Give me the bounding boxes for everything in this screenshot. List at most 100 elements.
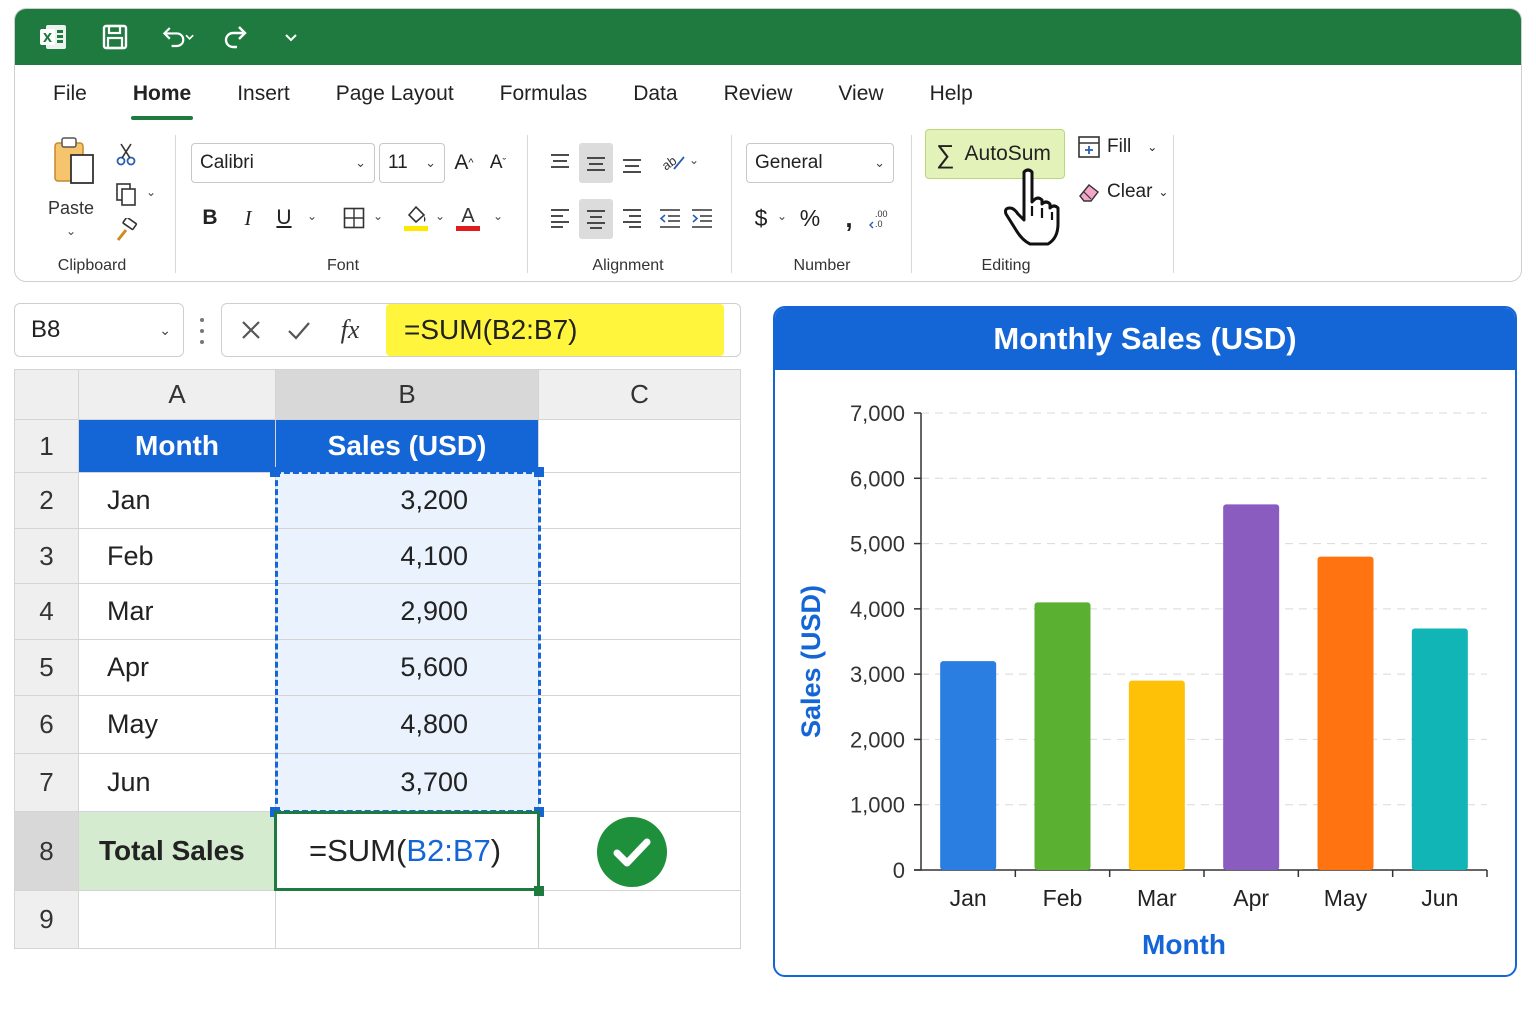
copy-icon[interactable] bbox=[113, 181, 139, 207]
cell-c4[interactable] bbox=[539, 584, 741, 640]
percent-button[interactable]: % bbox=[797, 201, 823, 235]
paste-label[interactable]: Paste bbox=[48, 198, 94, 219]
decimal-icon[interactable]: .00.0 bbox=[867, 203, 895, 233]
row-header-4[interactable]: 4 bbox=[14, 584, 79, 640]
paste-dropdown-icon[interactable]: ⌄ bbox=[66, 224, 76, 238]
align-top-icon[interactable] bbox=[545, 145, 575, 179]
column-header-c[interactable]: C bbox=[539, 369, 741, 420]
underline-dropdown-icon[interactable]: ⌄ bbox=[307, 209, 317, 223]
currency-button[interactable]: $ bbox=[749, 201, 773, 235]
cell-a7[interactable]: Jun bbox=[79, 754, 276, 812]
cell-b8[interactable]: =SUM(B2:B7) bbox=[274, 811, 540, 891]
underline-button[interactable]: U bbox=[271, 201, 297, 235]
cell-a4[interactable]: Mar bbox=[79, 584, 276, 640]
cell-c3[interactable] bbox=[539, 529, 741, 584]
align-left-icon[interactable] bbox=[545, 201, 575, 235]
font-color-dropdown-icon[interactable]: ⌄ bbox=[493, 209, 503, 223]
cell-c5[interactable] bbox=[539, 640, 741, 696]
cell-b1[interactable]: Sales (USD) bbox=[276, 420, 539, 473]
row-header-8[interactable]: 8 bbox=[14, 812, 79, 891]
column-header-b[interactable]: B bbox=[276, 369, 539, 420]
select-all-corner[interactable] bbox=[14, 369, 79, 420]
tab-insert[interactable]: Insert bbox=[237, 76, 290, 112]
row-header-7[interactable]: 7 bbox=[14, 754, 79, 812]
undo-icon[interactable] bbox=[159, 19, 195, 55]
borders-icon[interactable] bbox=[339, 201, 369, 235]
row-header-5[interactable]: 5 bbox=[14, 640, 79, 696]
align-middle-icon[interactable] bbox=[579, 143, 613, 183]
customize-quick-access-icon[interactable] bbox=[273, 19, 309, 55]
tab-file[interactable]: File bbox=[53, 76, 87, 112]
cell-a8[interactable]: Total Sales bbox=[79, 812, 276, 891]
cell-b3[interactable]: 4,100 bbox=[276, 529, 539, 584]
cell-a9[interactable] bbox=[79, 891, 276, 949]
cell-c2[interactable] bbox=[539, 473, 741, 529]
cell-a2[interactable]: Jan bbox=[79, 473, 276, 529]
chart-card[interactable]: Monthly Sales (USD) 0 1,000 2,000 3,000 4,00… bbox=[773, 306, 1517, 977]
row-header-1[interactable]: 1 bbox=[14, 420, 79, 473]
tab-data[interactable]: Data bbox=[633, 76, 677, 112]
increase-font-size-icon[interactable]: A ^ bbox=[451, 145, 477, 181]
fill-handle[interactable] bbox=[534, 886, 544, 896]
cell-c9[interactable] bbox=[539, 891, 741, 949]
number-format-select[interactable]: General ⌄ bbox=[746, 143, 894, 183]
currency-dropdown-icon[interactable]: ⌄ bbox=[777, 209, 787, 223]
column-header-a[interactable]: A bbox=[79, 369, 276, 420]
fill-button[interactable]: Fill ⌄ bbox=[1077, 135, 1157, 159]
tab-view[interactable]: View bbox=[838, 76, 883, 112]
cell-b5[interactable]: 5,600 bbox=[276, 640, 539, 696]
cell-b7[interactable]: 3,700 bbox=[276, 754, 539, 812]
bold-button[interactable]: B bbox=[197, 201, 223, 235]
fill-color-dropdown-icon[interactable]: ⌄ bbox=[435, 209, 445, 223]
save-icon[interactable] bbox=[97, 19, 133, 55]
decrease-indent-icon[interactable] bbox=[655, 201, 685, 235]
cut-icon[interactable] bbox=[113, 141, 139, 167]
align-bottom-icon[interactable] bbox=[617, 147, 647, 181]
increase-indent-icon[interactable] bbox=[687, 201, 717, 235]
comma-style-icon[interactable]: , bbox=[839, 201, 859, 235]
font-color-icon[interactable]: A bbox=[453, 199, 483, 237]
paste-button[interactable] bbox=[49, 133, 99, 189]
cell-a6[interactable]: May bbox=[79, 696, 276, 754]
font-size-select[interactable]: 11 ⌄ bbox=[379, 143, 445, 183]
cell-b2[interactable]: 3,200 bbox=[276, 473, 539, 529]
enter-icon[interactable] bbox=[282, 303, 316, 357]
row-header-6[interactable]: 6 bbox=[14, 696, 79, 754]
align-right-icon[interactable] bbox=[617, 201, 647, 235]
redo-icon[interactable] bbox=[217, 19, 253, 55]
tab-help[interactable]: Help bbox=[930, 76, 973, 112]
italic-button[interactable]: I bbox=[235, 201, 261, 235]
row-header-9[interactable]: 9 bbox=[14, 891, 79, 949]
format-painter-icon[interactable] bbox=[113, 217, 139, 243]
range-handle[interactable] bbox=[270, 467, 280, 477]
name-box[interactable]: B8 ⌄ bbox=[14, 303, 184, 357]
formula-bar-splitter[interactable] bbox=[196, 318, 208, 344]
cell-b4[interactable]: 2,900 bbox=[276, 584, 539, 640]
clear-button[interactable]: Clear ⌄ bbox=[1077, 181, 1168, 203]
tab-review[interactable]: Review bbox=[724, 76, 793, 112]
decrease-font-size-icon[interactable]: Aˇ bbox=[485, 145, 511, 181]
font-name-select[interactable]: Calibri ⌄ bbox=[191, 143, 375, 183]
insert-function-icon[interactable]: fx bbox=[330, 303, 370, 357]
tab-page-layout[interactable]: Page Layout bbox=[336, 76, 454, 112]
cell-c1[interactable] bbox=[539, 420, 741, 473]
borders-dropdown-icon[interactable]: ⌄ bbox=[373, 209, 383, 223]
row-header-3[interactable]: 3 bbox=[14, 529, 79, 584]
formula-input[interactable]: =SUM(B2:B7) bbox=[386, 304, 724, 356]
fill-color-icon[interactable] bbox=[401, 199, 431, 237]
cell-a3[interactable]: Feb bbox=[79, 529, 276, 584]
cell-b6[interactable]: 4,800 bbox=[276, 696, 539, 754]
range-handle[interactable] bbox=[534, 467, 544, 477]
tab-formulas[interactable]: Formulas bbox=[500, 76, 588, 112]
cell-a1[interactable]: Month bbox=[79, 420, 276, 473]
cell-c6[interactable] bbox=[539, 696, 741, 754]
orientation-icon[interactable]: ab bbox=[657, 145, 689, 179]
cell-c7[interactable] bbox=[539, 754, 741, 812]
cancel-icon[interactable] bbox=[234, 303, 268, 357]
cell-a5[interactable]: Apr bbox=[79, 640, 276, 696]
copy-dropdown-icon[interactable]: ⌄ bbox=[146, 185, 156, 199]
row-header-2[interactable]: 2 bbox=[14, 473, 79, 529]
orientation-dropdown-icon[interactable]: ⌄ bbox=[689, 153, 699, 167]
cell-b9[interactable] bbox=[276, 891, 539, 949]
tab-home[interactable]: Home bbox=[130, 76, 194, 120]
